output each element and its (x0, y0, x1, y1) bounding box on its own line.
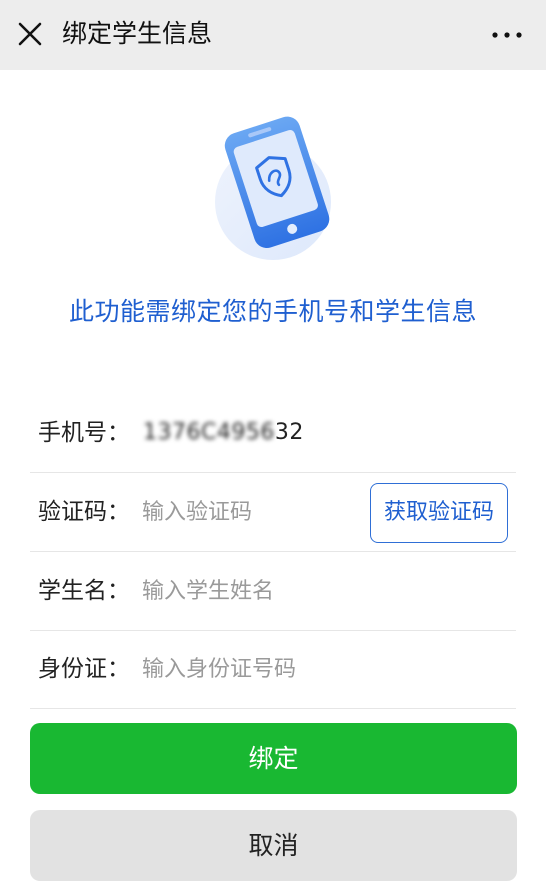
student-row: 学生名： (30, 552, 516, 631)
code-row: 验证码： 获取验证码 (30, 473, 516, 552)
id-card-row: 身份证： (30, 630, 516, 709)
id-card-input[interactable] (142, 649, 362, 689)
student-name-input[interactable] (142, 571, 362, 611)
more-button[interactable] (490, 22, 524, 48)
close-icon (18, 22, 42, 46)
get-code-button[interactable]: 获取验证码 (370, 483, 508, 543)
top-bar: 绑定学生信息 (0, 0, 546, 70)
student-label: 学生名： (38, 578, 130, 604)
phone-value: 1376C495632 (143, 394, 304, 472)
cancel-button[interactable]: 取消 (30, 810, 517, 881)
phone-masked-digits: 1376C4956 (143, 420, 275, 445)
more-icon (492, 32, 522, 38)
shield-phone-icon (198, 110, 348, 270)
page-title: 绑定学生信息 (62, 19, 213, 48)
phone-label: 手机号： (38, 420, 130, 446)
bind-button[interactable]: 绑定 (30, 723, 517, 794)
close-button[interactable] (14, 18, 46, 50)
id-card-label: 身份证： (38, 656, 130, 682)
phone-row: 手机号： 1376C495632 (30, 394, 516, 473)
code-input[interactable] (142, 492, 362, 532)
bind-prompt: 此功能需绑定您的手机号和学生信息 (68, 297, 477, 326)
phone-tail-digits: 32 (274, 420, 304, 445)
code-label: 验证码： (38, 499, 130, 525)
